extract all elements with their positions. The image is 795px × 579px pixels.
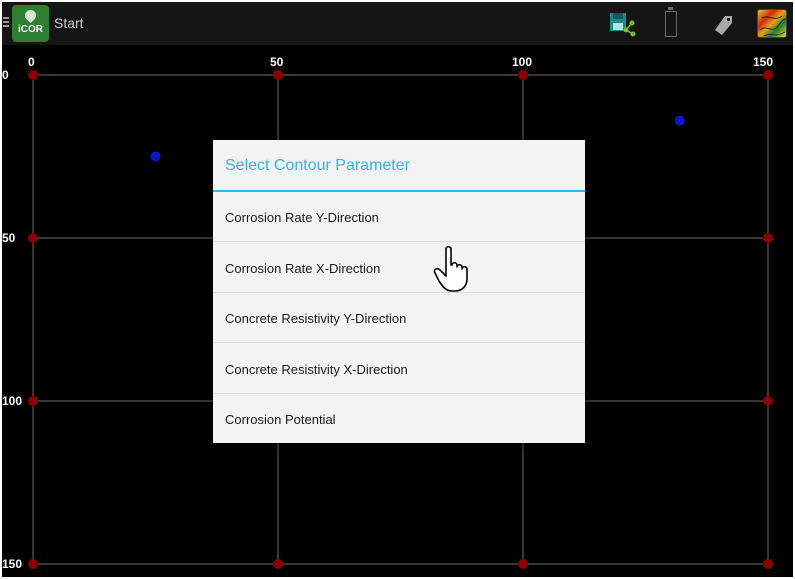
menu-icon[interactable] [3, 17, 11, 27]
tag-icon[interactable] [712, 10, 734, 37]
grid-node[interactable] [763, 233, 773, 243]
app-window: iCOR Start 0 50 100 150 0 50 100 150 Sel… [2, 2, 793, 577]
contour-option[interactable]: Corrosion Potential [213, 394, 585, 444]
y-tick-label: 0 [2, 68, 9, 82]
action-bar: iCOR Start [2, 2, 793, 45]
y-tick-label: 100 [2, 394, 23, 408]
save-share-icon[interactable] [608, 10, 636, 37]
grid-node[interactable] [273, 559, 283, 569]
app-logo-text: iCOR [18, 24, 43, 35]
grid-node[interactable] [28, 70, 38, 80]
battery-icon [665, 7, 677, 37]
contour-option[interactable]: Concrete Resistivity Y-Direction [213, 293, 585, 343]
grid-node[interactable] [28, 233, 38, 243]
grid-node[interactable] [763, 396, 773, 406]
grid-node[interactable] [763, 559, 773, 569]
measurement-point[interactable] [150, 151, 161, 162]
grid-node[interactable] [28, 559, 38, 569]
contour-map-icon[interactable] [757, 9, 788, 38]
app-logo-icon[interactable]: iCOR [12, 5, 49, 42]
x-tick-label: 50 [270, 55, 284, 69]
measurement-point[interactable] [674, 115, 685, 126]
grid-node[interactable] [518, 70, 528, 80]
contour-option[interactable]: Corrosion Rate X-Direction [213, 243, 585, 293]
grid-node[interactable] [28, 396, 38, 406]
x-tick-label: 150 [753, 55, 774, 69]
grid-node[interactable] [763, 70, 773, 80]
select-contour-dialog: Select Contour Parameter Corrosion Rate … [213, 140, 585, 443]
grid-node[interactable] [518, 559, 528, 569]
contour-option[interactable]: Corrosion Rate Y-Direction [213, 192, 585, 242]
app-title: Start [54, 15, 84, 31]
grid-node[interactable] [273, 70, 283, 80]
leaf-icon [22, 7, 39, 24]
x-tick-label: 100 [512, 55, 533, 69]
contour-option[interactable]: Concrete Resistivity X-Direction [213, 344, 585, 394]
y-tick-label: 50 [2, 231, 16, 245]
y-tick-label: 150 [2, 557, 23, 571]
hand-pointer-icon [433, 245, 468, 292]
x-tick-label: 0 [28, 55, 35, 69]
dialog-title: Select Contour Parameter [225, 157, 410, 174]
